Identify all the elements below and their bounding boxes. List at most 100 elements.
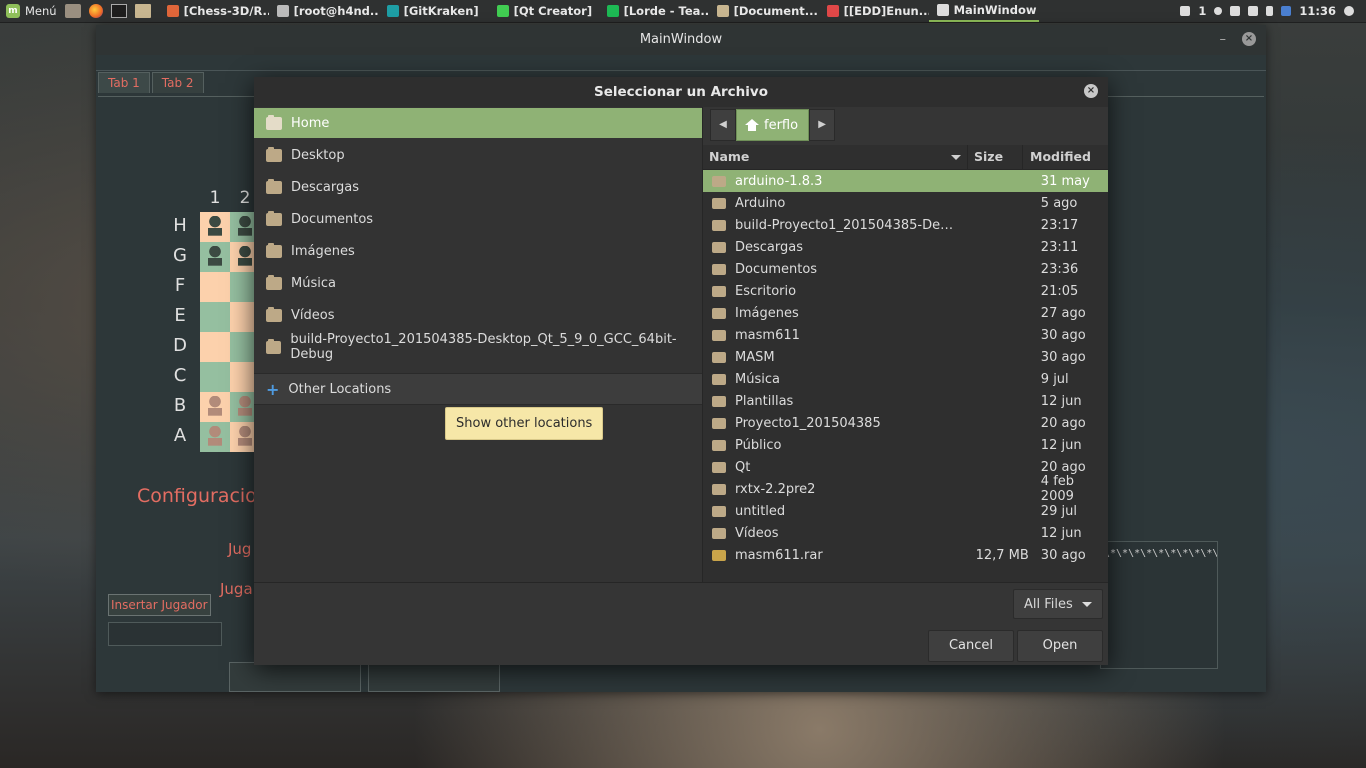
screenshot-launcher-icon[interactable] xyxy=(64,4,81,18)
files-launcher-icon[interactable] xyxy=(134,4,151,18)
board-square[interactable] xyxy=(200,272,230,302)
board-square[interactable] xyxy=(200,392,230,422)
chat-icon[interactable] xyxy=(1180,6,1191,16)
file-row[interactable]: arduino-1.8.3 31 may xyxy=(703,170,1108,192)
file-row[interactable]: Documentos 23:36 xyxy=(703,258,1108,280)
chess-piece-icon[interactable] xyxy=(236,216,254,238)
file-row[interactable]: MASM 30 ago xyxy=(703,346,1108,368)
file-modified: 23:36 xyxy=(1040,261,1079,277)
user-icon[interactable] xyxy=(1214,7,1223,15)
insert-player-button[interactable]: Insertar Jugador xyxy=(108,594,211,616)
chess-piece-icon[interactable] xyxy=(206,216,224,238)
sidebar-place[interactable]: Desktop xyxy=(254,140,702,170)
chess-piece-icon[interactable] xyxy=(236,246,254,268)
board-square[interactable] xyxy=(200,242,230,272)
archive-icon xyxy=(712,549,726,561)
chess-piece-icon[interactable] xyxy=(206,246,224,268)
sidebar-place[interactable]: Home xyxy=(254,108,702,138)
tab-1[interactable]: Tab 1 xyxy=(98,72,150,93)
terminal-launcher-icon[interactable] xyxy=(110,4,127,18)
chess-piece-icon[interactable] xyxy=(236,396,254,418)
firefox-launcher-icon[interactable] xyxy=(88,4,103,18)
file-row[interactable]: build-Proyecto1_201504385-Desktop… 23:17 xyxy=(703,214,1108,236)
sidebar-place[interactable]: Descargas xyxy=(254,172,702,202)
folder-icon xyxy=(712,175,726,187)
file-row[interactable]: masm611.rar 12,7 MB 30 ago xyxy=(703,544,1108,566)
taskbar-item[interactable]: [Chess-3D/R... xyxy=(159,0,269,22)
folder-icon xyxy=(266,146,282,162)
file-name: Plantillas xyxy=(735,393,794,409)
size-column-header[interactable]: Size xyxy=(968,145,1023,169)
chess-piece-icon[interactable] xyxy=(206,426,224,448)
other-locations[interactable]: + Other Locations xyxy=(254,373,702,405)
chess-piece-icon[interactable] xyxy=(236,426,254,448)
board-square[interactable] xyxy=(200,332,230,362)
path-home-button[interactable]: ferflo xyxy=(736,109,810,141)
taskbar-item[interactable]: [Document... xyxy=(709,0,819,22)
file-row[interactable]: Público 12 jun xyxy=(703,434,1108,456)
action-button-2[interactable] xyxy=(368,662,500,692)
taskbar-item[interactable]: [Qt Creator] xyxy=(489,0,599,22)
board-square[interactable] xyxy=(200,302,230,332)
sidebar-place[interactable]: Imágenes xyxy=(254,236,702,266)
file-name: masm611 xyxy=(735,327,800,343)
board-square[interactable] xyxy=(200,422,230,452)
path-back-icon[interactable]: ◀ xyxy=(710,109,736,141)
file-row[interactable]: Plantillas 12 jun xyxy=(703,390,1108,412)
dialog-titlebar[interactable]: Seleccionar un Archivo × xyxy=(254,77,1108,107)
dialog-close-icon[interactable]: × xyxy=(1084,84,1098,98)
file-modified: 12 jun xyxy=(1040,393,1082,409)
main-window-titlebar[interactable]: MainWindow – × xyxy=(96,25,1266,55)
minimize-icon[interactable]: – xyxy=(1220,25,1227,55)
sidebar-place[interactable]: Música xyxy=(254,268,702,298)
taskbar-item[interactable]: [[EDD]Enun... xyxy=(819,0,929,22)
player-name-input[interactable] xyxy=(108,622,222,646)
cancel-button[interactable]: Cancel xyxy=(928,630,1014,662)
file-row[interactable]: Música 9 jul xyxy=(703,368,1108,390)
volume-icon[interactable] xyxy=(1248,6,1259,16)
clock[interactable]: 11:36 xyxy=(1299,4,1336,18)
sidebar-place[interactable]: Documentos xyxy=(254,204,702,234)
path-forward-icon[interactable]: ▶ xyxy=(809,109,836,141)
file-name: Documentos xyxy=(735,261,818,277)
board-row-label: E xyxy=(174,305,186,326)
file-row[interactable]: rxtx-2.2pre2 4 feb 2009 xyxy=(703,474,1108,504)
board-square[interactable] xyxy=(200,212,230,242)
notification-count: 1 xyxy=(1198,4,1207,18)
taskbar-item[interactable]: [GitKraken] xyxy=(379,0,489,22)
tab-2[interactable]: Tab 2 xyxy=(151,72,204,93)
file-row[interactable]: Escritorio 21:05 xyxy=(703,280,1108,302)
network-icon[interactable] xyxy=(1230,6,1241,16)
file-row[interactable]: untitled 29 jul xyxy=(703,500,1108,522)
folder-icon xyxy=(712,197,726,209)
sidebar-place[interactable]: Vídeos xyxy=(254,300,702,330)
sidebar-place[interactable]: build-Proyecto1_201504385-Desktop_Qt_5_9… xyxy=(254,332,702,362)
shield-icon[interactable] xyxy=(1281,6,1292,16)
action-button-1[interactable] xyxy=(229,662,361,692)
taskbar-item[interactable]: [root@h4nd... xyxy=(269,0,379,22)
board-row-label: D xyxy=(173,335,187,356)
taskbar-item[interactable]: [Lorde - Tea... xyxy=(599,0,709,22)
folder-icon xyxy=(712,461,726,473)
chess-piece-icon[interactable] xyxy=(206,396,224,418)
menu-button[interactable]: m Menú xyxy=(6,4,57,18)
file-row[interactable]: Imágenes 27 ago xyxy=(703,302,1108,324)
file-row[interactable]: Vídeos 12 jun xyxy=(703,522,1108,544)
file-row[interactable]: Descargas 23:11 xyxy=(703,236,1108,258)
sidebar-place-label: build-Proyecto1_201504385-Desktop_Qt_5_9… xyxy=(290,332,677,362)
file-filter-dropdown[interactable]: All Files xyxy=(1013,589,1103,619)
output-console[interactable]: \*\*\*\*\*\*\*\*\*\*\*\ xyxy=(1100,541,1218,669)
open-button[interactable]: Open xyxy=(1017,630,1103,662)
file-row[interactable]: masm611 30 ago xyxy=(703,324,1108,346)
sidebar-place-label: Música xyxy=(291,275,336,291)
battery-icon[interactable] xyxy=(1266,6,1274,16)
sidebar-place-label: Descargas xyxy=(291,179,360,195)
modified-column-header[interactable]: Modified xyxy=(1023,145,1091,169)
power-icon[interactable] xyxy=(1344,6,1354,16)
file-row[interactable]: Proyecto1_201504385 20 ago xyxy=(703,412,1108,434)
board-square[interactable] xyxy=(200,362,230,392)
close-icon[interactable]: × xyxy=(1242,32,1256,46)
file-row[interactable]: Arduino 5 ago xyxy=(703,192,1108,214)
taskbar-item[interactable]: MainWindow xyxy=(928,0,1039,22)
name-column-header[interactable]: Name xyxy=(703,145,968,169)
